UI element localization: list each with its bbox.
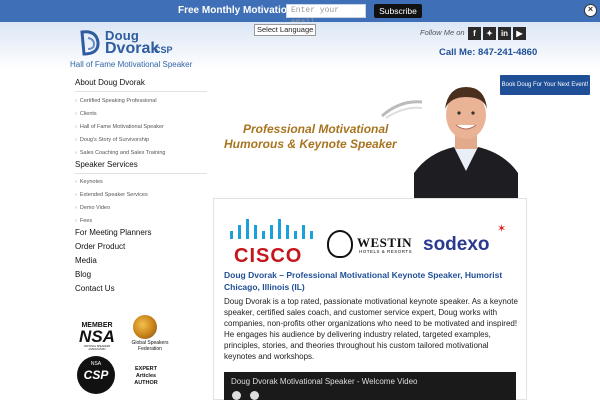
nav-sub-label: Certified Speaking Professional	[79, 98, 157, 104]
tagline: Hall of Fame Motivational Speaker	[70, 60, 193, 69]
nav-contact[interactable]: Contact Us	[75, 284, 115, 293]
gsf-label: Global Speakers Federation	[131, 340, 169, 352]
twitter-icon[interactable]: ✦	[483, 27, 496, 40]
nav-sub-demo-video[interactable]: › Demo Video	[75, 205, 110, 211]
speaker-portrait	[414, 87, 518, 199]
nav-sub-label: Extended Speaker Services	[79, 192, 148, 198]
westin-logo-sub: HOTELS & RESORTS	[359, 249, 413, 254]
chevron-right-icon: ›	[75, 124, 77, 130]
chevron-right-icon: ›	[75, 179, 77, 185]
hero-headline-2: Humorous & Keynote Speaker	[224, 137, 397, 151]
video-title[interactable]: Doug Dvorak Motivational Speaker - Welco…	[231, 377, 417, 386]
nav-sub-label: Hall of Fame Motivational Speaker	[79, 124, 164, 130]
logo-name-last[interactable]: Dvorak	[105, 40, 159, 58]
logo-csp: CSP	[154, 45, 173, 55]
csp-badge: NSA CSP	[77, 356, 115, 394]
chevron-right-icon: ›	[75, 205, 77, 211]
top-promo-bar: Free Monthly Motivation! Enter your emai…	[0, 0, 600, 27]
globe-icon	[133, 315, 157, 339]
hero-headline-1: Professional Motivational	[243, 122, 389, 136]
divider	[75, 91, 207, 92]
content-body: Doug Dvorak is a top rated, passionate m…	[224, 297, 518, 361]
nav-sub-keynotes[interactable]: › Keynotes	[75, 179, 103, 185]
nav-sub-clients[interactable]: › Clients	[75, 111, 97, 117]
linkedin-icon[interactable]: in	[498, 27, 511, 40]
nav-meeting-planners[interactable]: For Meeting Planners	[75, 228, 151, 237]
phone-number[interactable]: Call Me: 847-241-4860	[439, 47, 537, 58]
clock-icon[interactable]	[232, 391, 241, 400]
follow-label: Follow Me on	[420, 28, 465, 37]
share-icon[interactable]	[250, 391, 259, 400]
email-input[interactable]: Enter your email	[286, 4, 366, 27]
nav-order-product[interactable]: Order Product	[75, 242, 125, 251]
nav-sub-label: Demo Video	[79, 205, 111, 211]
nav-media[interactable]: Media	[75, 256, 97, 265]
csp-badge-top: NSA	[90, 361, 102, 367]
nav-sub-fees[interactable]: › Fees	[75, 218, 92, 224]
promo-text: Free Monthly Motivation!	[178, 5, 297, 16]
nav-about[interactable]: About Doug Dvorak	[75, 78, 145, 87]
content-title[interactable]: Doug Dvorak – Professional Motivational …	[224, 269, 522, 293]
westin-logo-icon	[327, 230, 353, 258]
sodexo-logo-text: sodexo	[423, 234, 490, 255]
nav-speaker-services[interactable]: Speaker Services	[75, 160, 138, 169]
facebook-icon[interactable]: f	[468, 27, 481, 40]
chevron-right-icon: ›	[75, 192, 77, 198]
subscribe-button[interactable]: Subscribe	[374, 4, 422, 18]
chevron-right-icon: ›	[75, 150, 77, 156]
chevron-right-icon: ›	[75, 111, 77, 117]
nav-sub-sales-coaching[interactable]: › Sales Coaching and Sales Training	[75, 150, 165, 156]
language-select[interactable]: Select Language	[254, 24, 316, 36]
nav-sub-label: Sales Coaching and Sales Training	[79, 150, 166, 156]
youtube-icon[interactable]: ▶	[513, 27, 526, 40]
logo-icon[interactable]	[78, 28, 104, 58]
nsa-member-badge: MEMBER NSA NATIONAL SPEAKERS ASSOCIATION	[77, 322, 117, 351]
close-icon[interactable]: ×	[584, 4, 597, 17]
nav-sub-extended[interactable]: › Extended Speaker Services	[75, 192, 148, 198]
nav-sub-survivorship[interactable]: › Doug's Story of Survivorship	[75, 137, 149, 143]
nav-blog[interactable]: Blog	[75, 270, 91, 279]
nav-sub-hall-of-fame[interactable]: › Hall of Fame Motivational Speaker	[75, 124, 164, 130]
chevron-right-icon: ›	[75, 137, 77, 143]
chevron-right-icon: ›	[75, 218, 77, 224]
expert-author-badge: EXPERT Articles AUTHOR	[134, 366, 158, 386]
nav-sub-csp[interactable]: › Certified Speaking Professional	[75, 98, 157, 104]
cisco-logo-icon	[230, 219, 313, 239]
csp-badge-label: CSP	[83, 368, 109, 382]
chevron-right-icon: ›	[75, 98, 77, 104]
nav-sub-label: Clients	[79, 111, 97, 117]
cisco-logo-text: CISCO	[234, 245, 303, 267]
sodexo-star-icon: ✶	[497, 223, 507, 235]
nsa-label: NSA	[79, 327, 115, 346]
nav-sub-label: Doug's Story of Survivorship	[79, 137, 150, 143]
nav-sub-label: Fees	[79, 218, 93, 224]
divider	[75, 173, 207, 174]
nav-sub-label: Keynotes	[79, 179, 103, 185]
